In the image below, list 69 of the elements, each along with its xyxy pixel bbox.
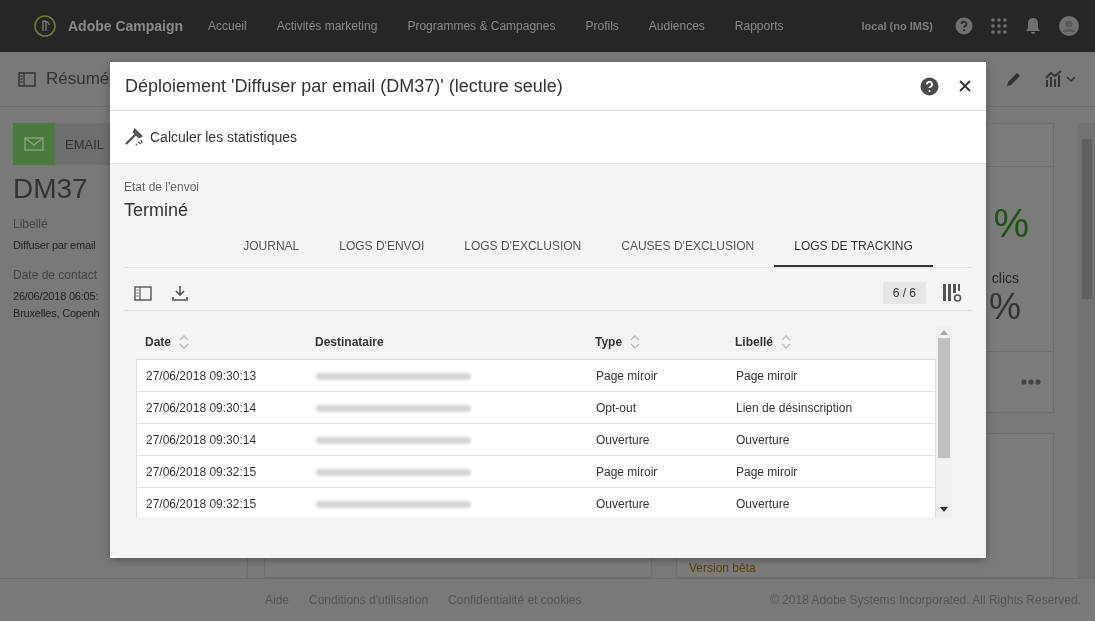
tab[interactable]: LOGS DE TRACKING xyxy=(774,229,933,267)
scroll-down-icon[interactable] xyxy=(940,507,948,513)
table-cell: 27/06/2018 09:30:14 xyxy=(146,400,257,415)
nav-link[interactable]: Rapports xyxy=(734,19,784,33)
tab[interactable]: LOGS D'ENVOI xyxy=(319,229,445,267)
status-label: Etat de l'envoi xyxy=(124,180,200,194)
channel-label: EMAIL xyxy=(65,136,104,152)
table-cell: Page miroir xyxy=(596,368,658,383)
sort-icon[interactable] xyxy=(630,335,641,349)
envelope-icon xyxy=(24,137,44,151)
sort-icon[interactable] xyxy=(781,335,791,349)
sort-icon[interactable] xyxy=(179,335,189,349)
table-cell: Ouverture xyxy=(736,496,790,511)
clicks-rate-value: % xyxy=(989,286,1021,328)
help-icon[interactable] xyxy=(920,76,939,96)
app-name: Adobe Campaign xyxy=(68,18,184,34)
sidebar-panel-icon[interactable] xyxy=(18,71,36,87)
table-cell: 27/06/2018 09:32:15 xyxy=(146,464,257,479)
table-cell: 27/06/2018 09:32:15 xyxy=(146,496,257,511)
scroll-up-icon[interactable] xyxy=(940,329,948,335)
scrollbar[interactable] xyxy=(936,325,952,517)
tab[interactable]: JOURNAL xyxy=(223,229,320,267)
nav-link[interactable]: Accueil xyxy=(208,19,247,33)
close-icon[interactable] xyxy=(959,80,971,92)
nav-link[interactable]: Profils xyxy=(585,19,619,33)
column-header[interactable]: Date xyxy=(145,335,171,349)
tab[interactable]: CAUSES D'EXCLUSION xyxy=(601,229,775,267)
sidebar-panel-icon[interactable] xyxy=(134,285,152,301)
record-count: 6 / 6 xyxy=(882,282,926,304)
table-cell: Page miroir xyxy=(736,464,798,479)
bell-icon[interactable] xyxy=(1025,17,1041,35)
nav-link[interactable]: Programmes & Campagnes xyxy=(407,19,556,33)
chart-dropdown-icon[interactable] xyxy=(1045,69,1077,89)
beta-label: Version bêta xyxy=(689,561,756,575)
field-value: 26/06/2018 06:05: xyxy=(13,289,99,304)
scrollbar[interactable] xyxy=(1078,123,1095,578)
tools-icon xyxy=(124,128,144,146)
instance-name: local (no IMS) xyxy=(861,20,933,32)
nav-link[interactable]: Activités marketing xyxy=(276,19,378,33)
field-value: Bruxelles, Copenh xyxy=(13,306,100,321)
logo-icon[interactable] xyxy=(34,15,56,37)
column-settings-icon[interactable] xyxy=(942,283,962,303)
table-cell: Opt-out xyxy=(596,400,637,415)
table-cell: Page miroir xyxy=(736,368,798,383)
column-header[interactable]: Destinataire xyxy=(315,335,384,349)
table-cell: 27/06/2018 09:30:14 xyxy=(146,432,257,447)
pencil-icon[interactable] xyxy=(1005,70,1023,88)
nav-link[interactable]: Audiences xyxy=(648,19,705,33)
clicks-label: clics xyxy=(991,270,1019,286)
field-value: Diffuser par email xyxy=(13,238,96,253)
download-icon[interactable] xyxy=(172,285,188,301)
apps-grid-icon[interactable] xyxy=(991,18,1007,34)
delivery-code: DM37 xyxy=(13,173,88,205)
table-cell: Ouverture xyxy=(596,432,650,447)
column-header[interactable]: Libellé xyxy=(735,335,773,349)
table-cell: Page miroir xyxy=(596,464,658,479)
more-icon[interactable] xyxy=(1021,379,1041,385)
avatar-icon[interactable] xyxy=(1059,16,1079,36)
column-header[interactable]: Type xyxy=(595,335,623,349)
table-cell: 27/06/2018 09:30:13 xyxy=(146,368,257,383)
rate-value: % xyxy=(993,201,1029,246)
page-title: Résumé xyxy=(46,69,110,89)
calculate-statistics-button[interactable]: Calculer les statistiques xyxy=(124,128,298,146)
tab[interactable]: LOGS D'EXCLUSION xyxy=(444,229,602,267)
table-cell: Ouverture xyxy=(596,496,650,511)
table-cell: Lien de désinscription xyxy=(736,400,853,415)
table-cell: Ouverture xyxy=(736,432,790,447)
dialog-title: Déploiement 'Diffuser par email (DM37)' (lecture seule) xyxy=(125,75,564,97)
status-value: Terminé xyxy=(124,200,190,221)
